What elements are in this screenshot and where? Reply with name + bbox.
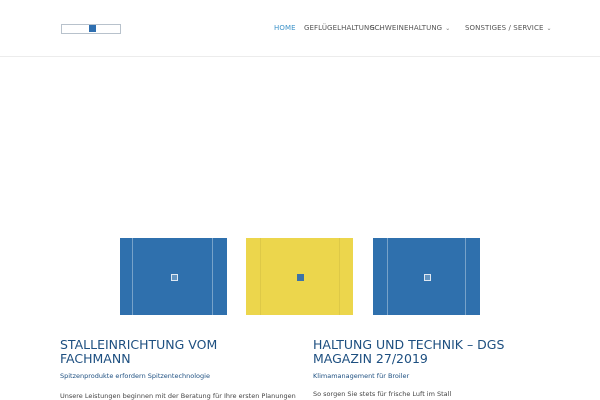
image-placeholder-icon (296, 273, 304, 281)
article-teaser-1: STALLEINRICHTUNG VOM FACHMANN Spitzenpro… (60, 338, 296, 400)
site-logo[interactable] (61, 24, 121, 34)
chevron-down-icon: ⌄ (445, 25, 451, 32)
article-subtitle: Spitzenprodukte erfordern Spitzentechnol… (60, 372, 210, 380)
nav-item-schweinehaltung[interactable]: SCHWEINEHALTUNG ⌄ (370, 24, 450, 32)
article-title[interactable]: STALLEINRICHTUNG VOM FACHMANN (60, 338, 260, 366)
logo-image-placeholder-icon (89, 25, 96, 32)
article-title[interactable]: HALTUNG UND TECHNIK – DGS MAGAZIN 27/201… (313, 338, 513, 366)
nav-item-label: SCHWEINEHALTUNG (370, 24, 443, 32)
tile-divider (339, 238, 340, 315)
tile-divider (260, 238, 261, 315)
article-subtitle: Klimamanagement für Broiler (313, 372, 410, 380)
tile-divider (387, 238, 388, 315)
feature-tile-1[interactable] (120, 238, 227, 315)
image-placeholder-icon (170, 273, 178, 281)
nav-item-home[interactable]: HOME (274, 24, 296, 32)
site-header: HOME GEFLÜGELHALTUNG ⌄ SCHWEINEHALTUNG ⌄ S… (0, 0, 600, 57)
nav-item-sonstiges-service[interactable]: SONSTIGES / SERVICE ⌄ (465, 24, 552, 32)
image-placeholder-icon (423, 273, 431, 281)
article-excerpt: So sorgen Sie stets für frische Luft im … (313, 390, 452, 398)
feature-tile-3[interactable] (373, 238, 480, 315)
hero-banner (0, 58, 600, 228)
feature-tile-2[interactable] (246, 238, 353, 315)
tile-divider (132, 238, 133, 315)
nav-item-label: SONSTIGES / SERVICE (465, 24, 544, 32)
chevron-down-icon: ⌄ (546, 25, 552, 32)
tile-divider (212, 238, 213, 315)
nav-item-label: HOME (274, 24, 296, 32)
tile-divider (465, 238, 466, 315)
nav-item-label: GEFLÜGELHALTUNG (304, 24, 375, 32)
article-excerpt: Unsere Leistungen beginnen mit der Berat… (60, 392, 296, 400)
article-teaser-2: HALTUNG UND TECHNIK – DGS MAGAZIN 27/201… (313, 338, 513, 399)
